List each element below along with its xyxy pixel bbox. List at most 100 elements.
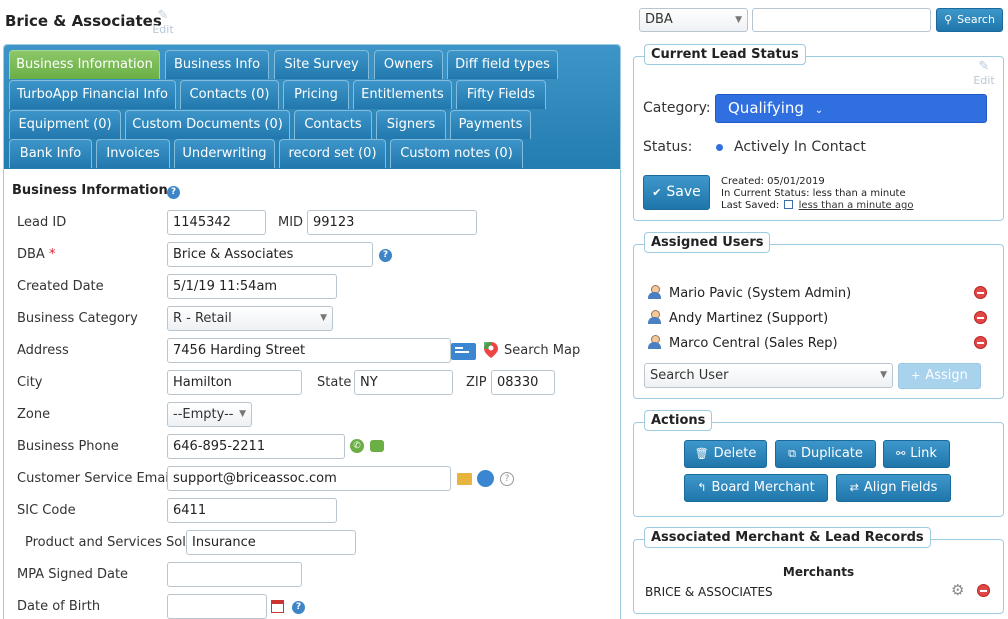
assigned-user-name: Andy Martinez (Support) — [669, 311, 829, 326]
tab-entitlements[interactable]: Entitlements — [353, 80, 452, 109]
search-user-select[interactable]: Search User ▼ — [644, 363, 893, 388]
mid-field[interactable]: 99123 — [307, 210, 477, 235]
mpa-signed-date-field[interactable] — [167, 562, 302, 587]
category-label: Category: — [643, 100, 711, 116]
lead-id-field[interactable]: 1145342 — [167, 210, 266, 235]
lead-status-title: Current Lead Status — [644, 44, 806, 65]
product-services-label: Product and Services Sold — [25, 535, 195, 550]
address-card-icon[interactable] — [451, 343, 476, 360]
tab-site-survey[interactable]: Site Survey — [274, 50, 369, 79]
phone-call-icon[interactable]: ✆ — [350, 439, 364, 453]
search-button-label: Search — [957, 13, 995, 26]
business-phone-field[interactable]: 646-895-2211 — [167, 434, 345, 459]
pencil-icon: ✎ — [978, 59, 990, 74]
save-button-label: Save — [666, 184, 701, 200]
zone-select[interactable]: --Empty-- ▼ — [167, 402, 252, 427]
search-input[interactable] — [752, 8, 931, 32]
remove-user-icon[interactable] — [974, 286, 987, 299]
remove-merchant-icon[interactable] — [977, 584, 990, 597]
status-label: Status: — [643, 139, 693, 155]
assigned-user-row: Mario Pavic (System Admin) — [648, 285, 851, 301]
chevron-down-icon: ▼ — [239, 409, 246, 419]
board-merchant-button[interactable]: ↰ Board Merchant — [684, 474, 828, 502]
link-button[interactable]: ⚯ Link — [883, 440, 950, 468]
copy-icon: ⧉ — [788, 447, 796, 460]
tab-equipment[interactable]: Equipment (0) — [9, 110, 121, 139]
remove-user-icon[interactable] — [974, 311, 987, 324]
sms-icon[interactable] — [370, 440, 384, 452]
last-saved-row: Last Saved: less than a minute ago — [721, 200, 913, 212]
search-user-placeholder: Search User — [650, 368, 729, 383]
align-fields-button-label: Align Fields — [863, 480, 938, 495]
lead-status-box: Current Lead Status ✎ Edit Category: Qua… — [633, 44, 1004, 221]
title-edit-button[interactable]: ✎ Edit — [152, 9, 174, 37]
duplicate-button[interactable]: ⧉ Duplicate — [775, 440, 876, 468]
dob-help-icon[interactable]: ? — [292, 601, 305, 614]
created-date-field[interactable]: 5/1/19 11:54am — [167, 274, 337, 299]
user-icon — [648, 285, 661, 299]
zip-label: ZIP — [466, 375, 487, 390]
delete-button[interactable]: 🗑 Delete — [684, 440, 767, 468]
tab-payments[interactable]: Payments — [450, 110, 531, 139]
last-saved-link[interactable]: less than a minute ago — [799, 200, 914, 211]
date-of-birth-label: Date of Birth — [17, 599, 101, 614]
last-saved-label: Last Saved: — [721, 200, 780, 211]
title-edit-label: Edit — [152, 23, 174, 36]
associated-records-box: Associated Merchant & Lead Records Merch… — [633, 527, 1004, 614]
state-field[interactable]: NY — [354, 370, 453, 395]
folder-icon[interactable] — [457, 473, 472, 485]
lead-status-edit-button[interactable]: ✎ Edit — [973, 59, 995, 88]
tab-fifty-fields[interactable]: Fifty Fields — [456, 80, 546, 109]
merchant-name[interactable]: BRICE & ASSOCIATES — [645, 585, 773, 599]
city-label: City — [17, 375, 43, 390]
associated-records-title: Associated Merchant & Lead Records — [644, 527, 931, 548]
tab-pricing[interactable]: Pricing — [283, 80, 349, 109]
question-icon[interactable]: ? — [500, 472, 514, 486]
product-services-field[interactable]: Insurance — [186, 530, 356, 555]
zip-field[interactable]: 08330 — [491, 370, 555, 395]
business-category-select[interactable]: R - Retail ▼ — [167, 306, 333, 331]
cs-email-label: Customer Service Email — [17, 471, 173, 486]
calendar-icon[interactable] — [271, 600, 284, 613]
email-send-icon[interactable] — [477, 470, 494, 487]
tab-underwriting[interactable]: Underwriting — [174, 139, 275, 168]
link-button-label: Link — [910, 446, 937, 461]
city-field[interactable]: Hamilton — [167, 370, 302, 395]
lead-status-edit-label: Edit — [973, 74, 995, 87]
save-button[interactable]: ✔ Save — [643, 175, 710, 210]
search-button[interactable]: ⚲ Search — [936, 8, 1003, 32]
map-pin-icon[interactable] — [484, 342, 498, 358]
tab-signers[interactable]: Signers — [376, 110, 446, 139]
delete-button-label: Delete — [713, 446, 757, 461]
tab-business-info[interactable]: Business Info — [165, 50, 269, 79]
assign-button[interactable]: + Assign — [898, 363, 981, 389]
history-icon[interactable] — [784, 200, 794, 209]
align-fields-button[interactable]: ⇄ Align Fields — [836, 474, 951, 502]
sic-code-field[interactable]: 6411 — [167, 498, 337, 523]
tab-custom-documents[interactable]: Custom Documents (0) — [125, 110, 290, 139]
search-field-select[interactable]: DBA ▼ — [639, 8, 748, 32]
tab-invoices[interactable]: Invoices — [96, 139, 170, 168]
tab-owners[interactable]: Owners — [374, 50, 443, 79]
dba-help-icon[interactable]: ? — [379, 249, 392, 262]
category-dropdown[interactable]: Qualifying ⌄ — [715, 94, 987, 123]
tab-diff-field-types[interactable]: Diff field types — [447, 50, 558, 79]
tab-contacts-0[interactable]: Contacts (0) — [180, 80, 279, 109]
tab-business-information[interactable]: Business Information — [9, 50, 160, 79]
tab-contacts[interactable]: Contacts — [294, 110, 372, 139]
business-panel: Business Information Business Info Site … — [3, 44, 621, 619]
tab-bank-info[interactable]: Bank Info — [9, 139, 92, 168]
dba-field[interactable]: Brice & Associates — [167, 242, 373, 267]
tab-turboapp-financial-info[interactable]: TurboApp Financial Info — [9, 80, 176, 109]
dba-label-text: DBA — [17, 247, 45, 262]
cs-email-field[interactable]: support@briceassoc.com — [167, 466, 451, 491]
address-field[interactable]: 7456 Harding Street — [167, 338, 451, 363]
date-of-birth-field[interactable] — [167, 594, 267, 619]
search-map-link[interactable]: Search Map — [504, 343, 580, 358]
help-icon[interactable]: ? — [167, 186, 180, 199]
tab-custom-notes[interactable]: Custom notes (0) — [390, 139, 523, 168]
tab-record-set[interactable]: record set (0) — [279, 139, 386, 168]
section-title: Business Information — [12, 183, 168, 198]
gear-icon[interactable]: ⚙ — [951, 583, 964, 598]
remove-user-icon[interactable] — [974, 336, 987, 349]
